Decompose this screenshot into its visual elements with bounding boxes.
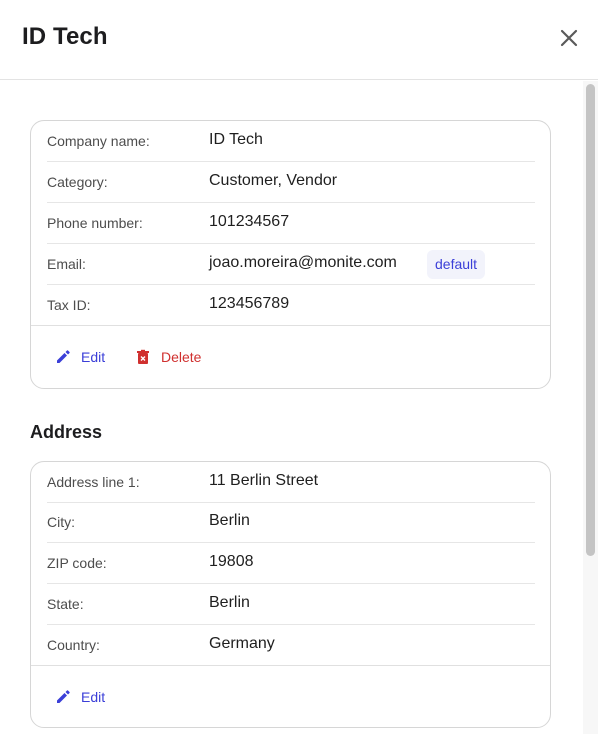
city-row: City: Berlin (47, 502, 535, 543)
field-value: Berlin (209, 512, 250, 529)
card-actions: Edit (31, 665, 550, 727)
address-section-title: Address (30, 422, 103, 442)
close-icon (560, 29, 578, 47)
field-value: 101234567 (209, 213, 290, 230)
phone-row: Phone number: 101234567 (47, 203, 535, 244)
field-label: ZIP code: (47, 555, 107, 571)
card-actions: Edit Delete (31, 325, 550, 387)
field-label: Email: (47, 256, 86, 272)
field-value: Customer, Vendor (209, 172, 338, 189)
category-row: Category: Customer, Vendor (47, 162, 535, 203)
field-label: Tax ID: (47, 297, 91, 313)
address-card: Address line 1: 11 Berlin Street City: B… (30, 461, 551, 728)
field-value: 123456789 (209, 295, 290, 312)
field-label: Category: (47, 174, 108, 190)
field-value: joao.moreira@monite.com (209, 254, 397, 271)
email-row: Email: joao.moreira@monite.com default (47, 244, 535, 285)
zip-row: ZIP code: 19808 (47, 543, 535, 584)
address-line-row: Address line 1: 11 Berlin Street (47, 462, 535, 503)
field-value: ID Tech (209, 131, 263, 148)
edit-button[interactable]: Edit (55, 346, 105, 368)
scrollbar-thumb[interactable] (586, 84, 595, 556)
country-row: Country: Germany (47, 625, 535, 666)
state-row: State: Berlin (47, 584, 535, 625)
default-badge: default (427, 250, 486, 279)
field-value: 11 Berlin Street (209, 472, 319, 489)
pencil-icon (55, 349, 71, 365)
field-label: Company name: (47, 133, 150, 149)
delete-button[interactable]: Delete (135, 346, 201, 368)
field-value: Germany (209, 635, 275, 652)
edit-label: Edit (81, 689, 106, 705)
field-value: 19808 (209, 553, 254, 570)
field-label: State: (47, 596, 84, 612)
field-value: Berlin (209, 594, 250, 611)
field-label: Phone number: (47, 215, 143, 231)
tax-id-row: Tax ID: 123456789 (47, 285, 535, 326)
field-label: City: (47, 514, 75, 530)
edit-label: Edit (81, 349, 106, 365)
field-label: Address line 1: (47, 474, 140, 490)
company-name-row: Company name: ID Tech (47, 121, 535, 162)
pencil-icon (55, 689, 71, 705)
trash-icon (135, 349, 151, 365)
dialog-header: ID Tech (0, 0, 598, 80)
delete-label: Delete (161, 349, 202, 365)
edit-address-button[interactable]: Edit (55, 686, 105, 708)
page-title: ID Tech (22, 23, 108, 50)
company-details-card: Company name: ID Tech Category: Customer… (30, 120, 551, 389)
close-button[interactable] (556, 25, 582, 51)
field-label: Country: (47, 637, 100, 653)
